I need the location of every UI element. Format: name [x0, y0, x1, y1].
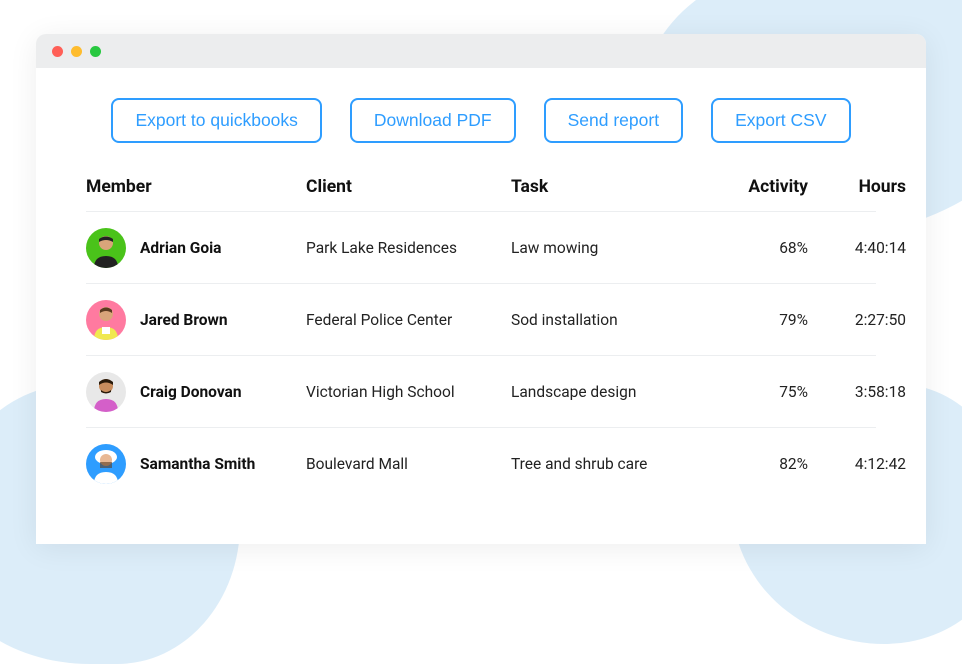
report-table: Member Client Task Activity Hours Adrian… [86, 171, 876, 500]
task-cell: Law mowing [511, 239, 716, 257]
column-header-activity: Activity [716, 177, 816, 197]
member-name: Craig Donovan [140, 383, 242, 401]
member-name: Jared Brown [140, 311, 228, 329]
export-csv-button[interactable]: Export CSV [711, 98, 850, 143]
table-row: Jared Brown Federal Police Center Sod in… [86, 284, 876, 356]
avatar [86, 300, 126, 340]
hours-cell: 3:58:18 [816, 383, 906, 401]
column-header-hours: Hours [816, 177, 906, 197]
member-name: Samantha Smith [140, 455, 255, 473]
send-report-button[interactable]: Send report [544, 98, 683, 143]
main-content: Export to quickbooks Download PDF Send r… [36, 68, 926, 500]
activity-cell: 82% [716, 455, 816, 473]
activity-cell: 79% [716, 311, 816, 329]
member-cell: Jared Brown [86, 300, 306, 340]
client-cell: Park Lake Residences [306, 239, 511, 257]
download-pdf-button[interactable]: Download PDF [350, 98, 516, 143]
table-row: Craig Donovan Victorian High School Land… [86, 356, 876, 428]
task-cell: Landscape design [511, 383, 716, 401]
window-maximize-button[interactable] [90, 46, 101, 57]
avatar [86, 444, 126, 484]
activity-cell: 68% [716, 239, 816, 257]
task-cell: Tree and shrub care [511, 455, 716, 473]
app-window: Export to quickbooks Download PDF Send r… [36, 34, 926, 544]
table-row: Adrian Goia Park Lake Residences Law mow… [86, 212, 876, 284]
table-row: Samantha Smith Boulevard Mall Tree and s… [86, 428, 876, 500]
hours-cell: 4:12:42 [816, 455, 906, 473]
client-cell: Victorian High School [306, 383, 511, 401]
window-minimize-button[interactable] [71, 46, 82, 57]
action-bar: Export to quickbooks Download PDF Send r… [86, 98, 876, 143]
hours-cell: 4:40:14 [816, 239, 906, 257]
avatar [86, 372, 126, 412]
activity-cell: 75% [716, 383, 816, 401]
column-header-client: Client [306, 177, 511, 197]
window-titlebar [36, 34, 926, 68]
export-quickbooks-button[interactable]: Export to quickbooks [111, 98, 321, 143]
member-name: Adrian Goia [140, 239, 221, 257]
client-cell: Federal Police Center [306, 311, 511, 329]
member-cell: Samantha Smith [86, 444, 306, 484]
client-cell: Boulevard Mall [306, 455, 511, 473]
window-close-button[interactable] [52, 46, 63, 57]
column-header-task: Task [511, 177, 716, 197]
member-cell: Adrian Goia [86, 228, 306, 268]
table-header-row: Member Client Task Activity Hours [86, 171, 876, 212]
task-cell: Sod installation [511, 311, 716, 329]
member-cell: Craig Donovan [86, 372, 306, 412]
column-header-member: Member [86, 177, 306, 197]
avatar [86, 228, 126, 268]
hours-cell: 2:27:50 [816, 311, 906, 329]
